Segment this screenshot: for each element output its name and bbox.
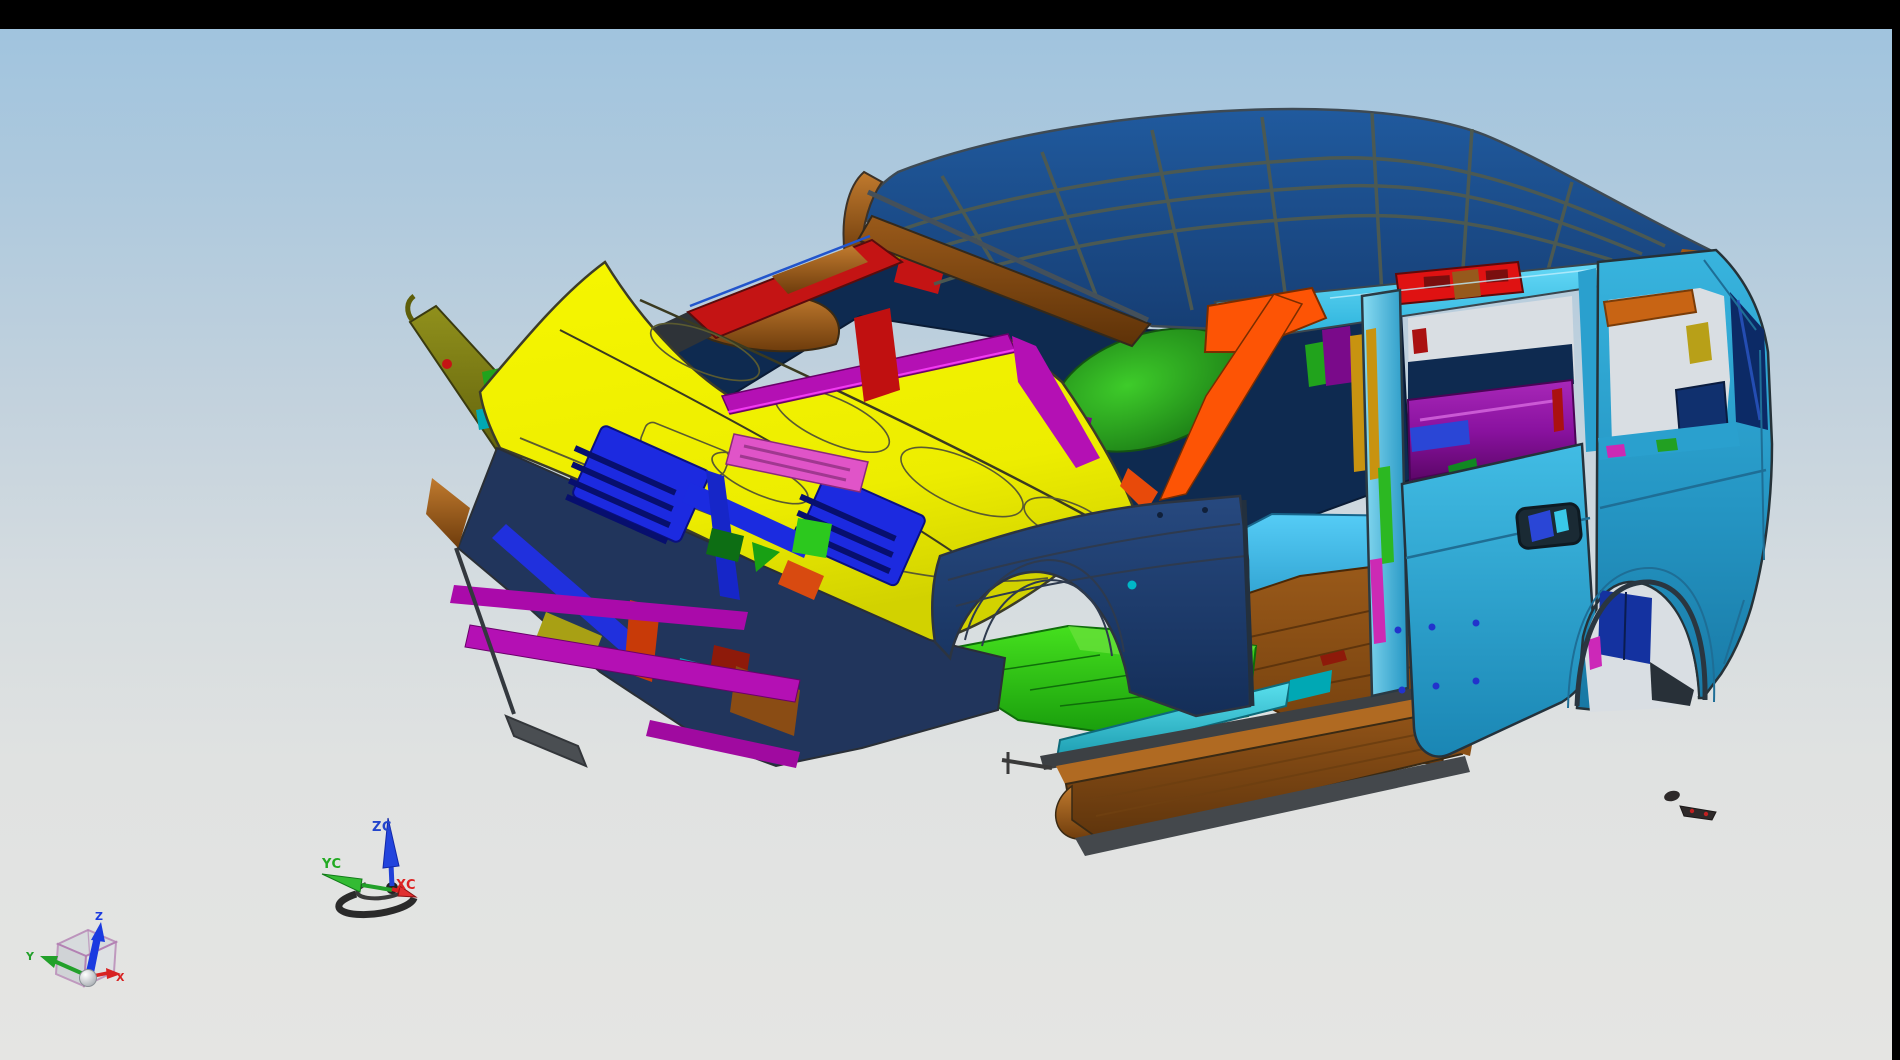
view-y-cone[interactable]	[40, 956, 58, 968]
olive-strip-curl	[408, 296, 414, 320]
wcs-y-label: YC	[321, 857, 342, 872]
wcs-y-cone[interactable]	[322, 874, 362, 892]
small-part[interactable]	[1663, 789, 1681, 803]
wcs-z-label: ZC	[372, 820, 392, 835]
view-origin-sphere[interactable]	[80, 970, 97, 987]
fender-teal-dot	[1128, 581, 1137, 590]
view-z-label: Z	[95, 910, 103, 923]
rear-door[interactable]	[1402, 444, 1594, 756]
quarter-sill-green	[1656, 438, 1678, 452]
top-black-bar	[0, 0, 1900, 29]
wcs-x-label: XC	[396, 878, 416, 893]
arch-magenta-sliver	[1588, 636, 1602, 670]
view-x-label: X	[116, 971, 125, 984]
cowl-red-dot	[442, 359, 452, 369]
cad-viewport[interactable]: ZC YC XC Z Y X	[0, 0, 1900, 1060]
fender-bolt	[1157, 512, 1163, 518]
window-red-corner	[1412, 328, 1428, 354]
right-black-bar	[1892, 0, 1900, 1060]
bumper-bracket-gray[interactable]	[506, 716, 586, 766]
pillar-trim-purple[interactable]	[1322, 326, 1354, 386]
view-orientation-triad[interactable]: Z Y X	[25, 910, 125, 987]
quarter-window-olive-tab	[1686, 322, 1712, 364]
bay-green-bit	[792, 518, 832, 558]
clamp-red-dot	[1690, 809, 1694, 813]
body-side[interactable]	[1362, 250, 1772, 756]
window-red-sliver	[1552, 388, 1564, 432]
wcs-triad[interactable]: ZC YC XC	[321, 818, 416, 915]
clamp-part[interactable]	[1680, 806, 1716, 820]
loose-parts[interactable]	[1663, 789, 1716, 820]
quarter-sill-magenta	[1606, 444, 1626, 458]
clamp-red-dot2	[1704, 812, 1708, 816]
fender-bolt2	[1202, 507, 1208, 513]
view-y-label: Y	[25, 950, 35, 963]
model-canvas[interactable]: ZC YC XC Z Y X	[0, 0, 1900, 1060]
